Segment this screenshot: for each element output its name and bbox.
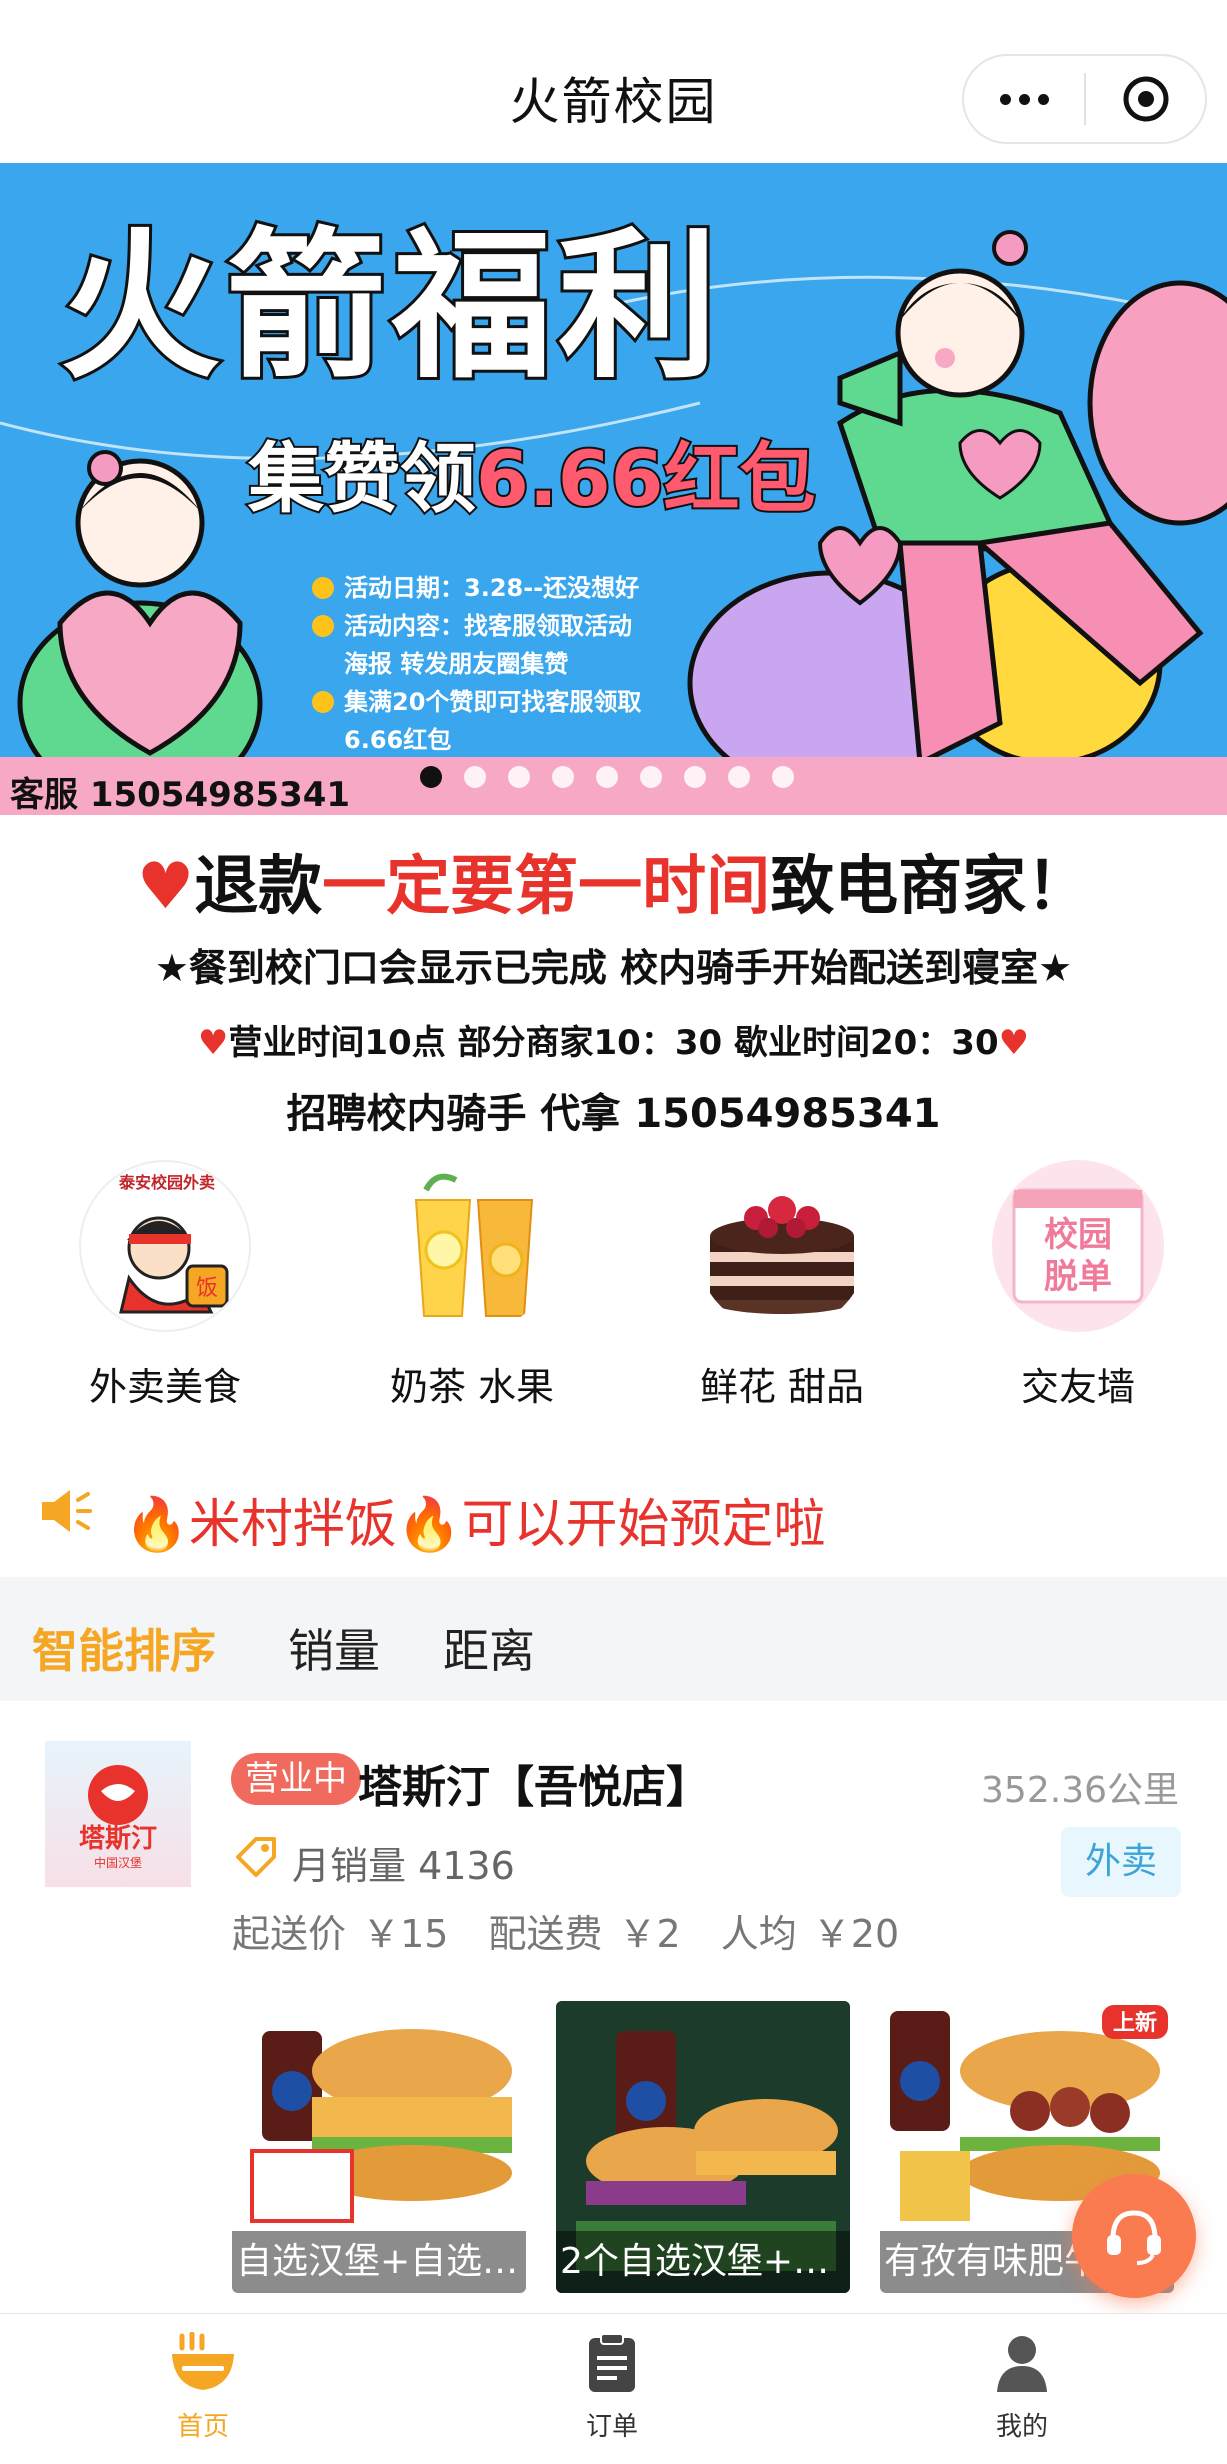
sort-bar: 智能排序 销量 距离 [0,1577,1227,1701]
dish-caption: 自选汉堡+自选小食+饮料 [232,2231,526,2293]
notice-recruit: 招聘校内骑手 代拿 15054985341 [286,1091,941,1137]
banner-dot[interactable] [640,766,662,788]
svg-text:泰安校园外卖: 泰安校园外卖 [118,1173,215,1192]
status-badge: 营业中 [231,1753,361,1805]
price-tag-icon [232,1835,278,1890]
shop-sales: 月销量 4136 [232,1835,515,1890]
tab-mine[interactable]: 我的 [922,2332,1122,2443]
cake-icon [696,1160,868,1332]
location-pin-icon [312,691,334,713]
banner-dot[interactable] [772,766,794,788]
banner-dot[interactable] [420,766,442,788]
dish-item[interactable]: 自选汉堡+自选小食+饮料 [232,2001,526,2293]
notice-refund: ♥退款一定要第一时间致电商家！ [136,850,1091,924]
heart-icon: ♥ [136,850,195,924]
min-order: 起送价 ￥15 [232,1912,449,1956]
banner-service-phone: 客服 15054985341 [10,775,351,815]
banner-dot[interactable] [508,766,530,788]
svg-text:脱单: 脱单 [1044,1257,1112,1297]
svg-text:塔斯汀: 塔斯汀 [79,1824,157,1854]
notice-delivery: ★餐到校门口会显示已完成 校内骑手开始配送到寝室★ [154,946,1073,990]
sort-tab-sales[interactable]: 销量 [288,1615,380,1681]
category-label: 奶茶 水果 [389,1365,555,1409]
category-takeout[interactable]: 饭 泰安校园外卖 外卖美食 [45,1160,285,1411]
heart-icon: ♥ [197,1023,229,1063]
category-label: 鲜花 甜品 [699,1365,865,1409]
tab-label: 我的 [995,2412,1048,2442]
more-icon[interactable] [964,56,1084,142]
svg-text:中国汉堡: 中国汉堡 [94,1855,142,1870]
banner-info: 活动日期：3.28--还没想好 活动内容：找客服领取活动海报 转发朋友圈集赞 集… [312,569,672,759]
user-icon [997,2336,1047,2392]
svg-text:上新: 上新 [1113,2010,1157,2036]
banner-indicator[interactable] [420,766,794,788]
bottom-tab-bar: 首页 订单 我的 [0,2313,1227,2464]
category-flower-dessert[interactable]: 鲜花 甜品 [662,1160,902,1411]
announcement-marquee[interactable]: 🔥米村拌饭🔥可以开始预定啦 [0,1468,1227,1564]
tab-orders[interactable]: 订单 [512,2332,712,2443]
speaker-icon [38,1486,94,1540]
category-milk-tea[interactable]: 奶茶 水果 [352,1160,592,1411]
tab-home[interactable]: 首页 [103,2331,303,2443]
shop-distance: 352.36公里 [981,1770,1179,1811]
milk-tea-icon [386,1160,558,1332]
per-capita: 人均 ￥20 [720,1912,900,1956]
miniprogram-capsule [962,54,1207,144]
banner-dot[interactable] [684,766,706,788]
navigation-bar: 火箭校园 [0,0,1227,163]
promo-banner[interactable]: 火箭福利 集赞领6.66红包 活动日期：3.28--还没想好 活动内容：找客服领… [0,163,1227,815]
svg-text:饭: 饭 [196,1276,218,1301]
category-friend-wall[interactable]: 校园 脱单 交友墙 [958,1160,1198,1411]
category-grid: 饭 泰安校园外卖 外卖美食 奶茶 水果 鲜花 甜品 校园 脱单 交友墙 [0,1160,1227,1410]
sort-tab-smart[interactable]: 智能排序 [32,1615,216,1681]
banner-title: 火箭福利 [57,213,725,400]
order-clipboard-icon [589,2333,635,2392]
category-label: 外卖美食 [88,1365,241,1409]
home-bowl-icon [172,2331,234,2390]
banner-subtitle: 集赞领6.66红包 [246,434,818,523]
delivery-tag: 外卖 [1061,1827,1181,1897]
clock-icon [312,615,334,637]
friend-wall-icon: 校园 脱单 [992,1160,1164,1332]
takeout-icon: 饭 泰安校园外卖 [79,1160,251,1332]
shop-logo: 塔斯汀 中国汉堡 [45,1741,191,1887]
tab-label: 首页 [176,2412,229,2442]
shop-name: 塔斯汀【吾悦店】 [358,1762,710,1813]
close-target-icon[interactable] [1086,56,1205,142]
notice-hours: ♥营业时间10点 部分商家10：30 歇业时间20：30♥ [197,1023,1030,1063]
shop-fees: 起送价 ￥15 配送费 ￥2 人均 ￥20 [232,1903,899,1958]
tab-label: 订单 [585,2412,638,2442]
banner-dot[interactable] [728,766,750,788]
heart-icon: ♥ [998,1023,1030,1063]
delivery-fee: 配送费 ￥2 [488,1912,681,1956]
svg-text:校园: 校园 [1044,1215,1112,1255]
banner-dot[interactable] [464,766,486,788]
dish-item[interactable]: 2个自选汉堡+饮料套餐 [556,2001,850,2293]
notice-board: ♥退款一定要第一时间致电商家！ ★餐到校门口会显示已完成 校内骑手开始配送到寝室… [0,815,1227,1137]
announcement-text: 🔥米村拌饭🔥可以开始预定啦 [124,1495,826,1555]
sort-tab-distance[interactable]: 距离 [443,1615,535,1681]
banner-dot[interactable] [552,766,574,788]
shop-card[interactable]: 塔斯汀 中国汉堡 营业中 塔斯汀【吾悦店】 352.36公里 月销量 4136 … [0,1701,1227,2313]
dish-caption: 2个自选汉堡+饮料套餐 [556,2231,850,2293]
customer-service-button[interactable] [1072,2174,1196,2298]
calendar-icon [312,577,334,599]
headset-icon [1107,2210,1161,2265]
banner-dot[interactable] [596,766,618,788]
category-label: 交友墙 [1020,1365,1135,1409]
